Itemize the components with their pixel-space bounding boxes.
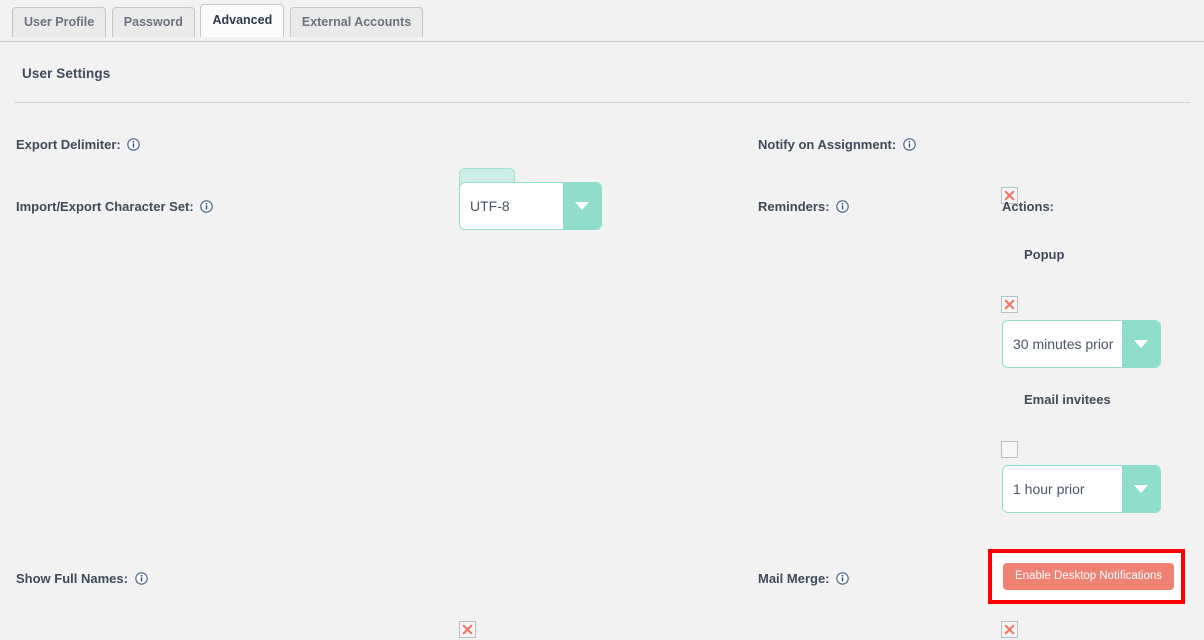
character-set-select[interactable]: UTF-8 [459,182,602,230]
tab-label: Advanced [212,13,273,27]
red-x-icon [460,622,475,637]
show-full-names-label-text: Show Full Names: [16,571,128,586]
label-export-delimiter: Export Delimiter: [16,137,141,152]
email-invitees-label: Email invitees [1024,392,1111,407]
red-x-icon [1002,622,1017,637]
popup-timing-select[interactable]: 30 minutes prior [1002,320,1161,368]
info-circle-icon[interactable] [127,138,141,151]
popup-timing-select-value: 30 minutes prior [1013,336,1114,352]
label-actions: Actions: [1002,199,1054,214]
character-set-label-text: Import/Export Character Set: [16,199,194,214]
tab-user-profile[interactable]: User Profile [12,7,107,37]
show-full-names-checkbox[interactable] [459,621,476,638]
title-divider [14,102,1190,103]
settings-tab-bar: User Profile Password Advanced External … [0,0,1204,42]
tab-label: User Profile [24,15,95,29]
advanced-settings-panel: User Settings Export Delimiter: Import/E… [0,42,1204,638]
popup-action-label: Popup [1024,247,1065,262]
label-mail-merge: Mail Merge: [758,571,849,586]
label-reminders: Reminders: [758,199,849,214]
notify-on-assignment-label-text: Notify on Assignment: [758,137,897,152]
mail-merge-label-text: Mail Merge: [758,571,830,586]
tab-advanced[interactable]: Advanced [200,4,285,37]
info-circle-icon[interactable] [200,200,214,213]
page-title: User Settings [22,66,111,81]
info-circle-icon[interactable] [134,572,148,585]
label-notify-on-assignment: Notify on Assignment: [758,137,916,152]
email-invitees-timing-select[interactable]: 1 hour prior [1002,465,1161,513]
label-character-set: Import/Export Character Set: [16,199,214,214]
info-circle-icon[interactable] [836,200,849,213]
tab-password[interactable]: Password [111,7,195,37]
export-delimiter-label-text: Export Delimiter: [16,137,121,152]
red-x-icon [1002,297,1017,312]
chevron-down-icon[interactable] [1122,466,1160,512]
enable-desktop-notifications-button[interactable]: Enable Desktop Notifications [1003,563,1174,590]
email-invitees-timing-select-value: 1 hour prior [1013,481,1085,497]
info-circle-icon[interactable] [836,572,849,585]
info-circle-icon[interactable] [903,138,916,151]
popup-action-checkbox[interactable] [1001,296,1018,313]
email-invitees-checkbox[interactable] [1001,441,1018,458]
chevron-down-icon[interactable] [1122,321,1160,367]
label-show-full-names: Show Full Names: [16,571,148,586]
reminders-label-text: Reminders: [758,199,830,214]
tab-external-accounts[interactable]: External Accounts [289,7,424,37]
character-set-select-value: UTF-8 [470,198,510,214]
tab-label: External Accounts [301,15,412,29]
mail-merge-checkbox[interactable] [1001,621,1018,638]
chevron-down-icon[interactable] [563,183,601,229]
tab-label: Password [123,15,183,29]
